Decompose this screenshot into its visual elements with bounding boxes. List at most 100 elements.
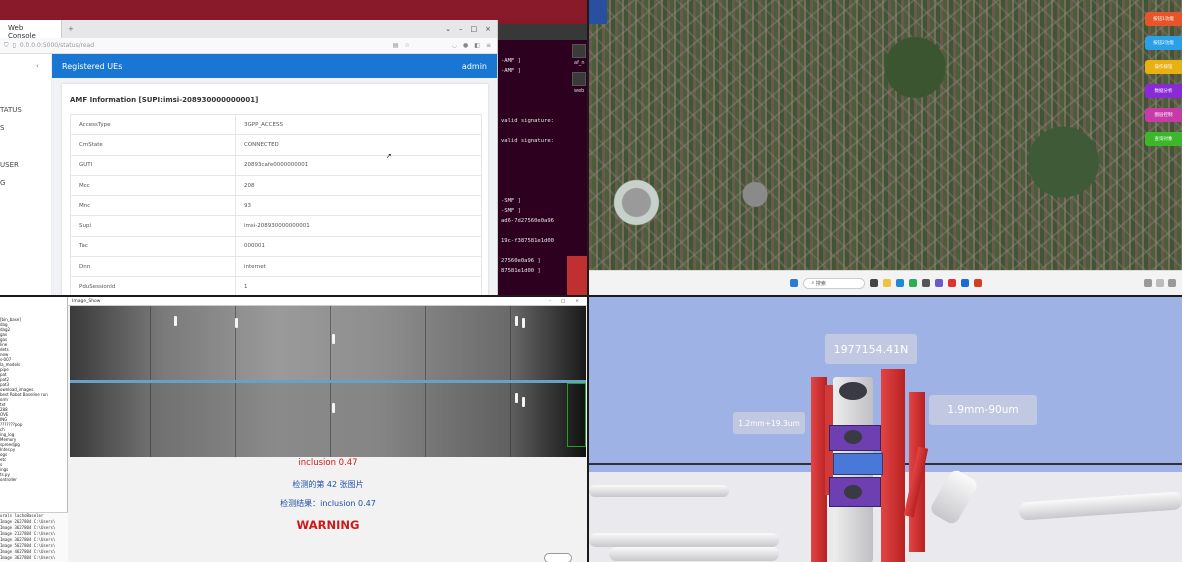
surface-seam: [150, 306, 151, 380]
app-icon[interactable]: [947, 279, 956, 287]
chevron-down-icon[interactable]: ⌄: [445, 25, 451, 33]
result-text: 检测结果：inclusion 0.47: [280, 499, 376, 508]
field-value: internet: [235, 256, 482, 278]
edge-icon[interactable]: [895, 279, 904, 287]
sidebar-item-g[interactable]: G: [0, 179, 5, 187]
table-row: CmState CONNECTED: [70, 134, 482, 156]
field-name: Mcc: [70, 174, 236, 197]
image-index-text: 检测的第 42 张图片: [292, 480, 364, 489]
surface-seam: [330, 306, 331, 380]
surface-seam: [330, 383, 331, 457]
satellite-map[interactable]: [589, 0, 1182, 270]
app-icon[interactable]: [921, 279, 930, 287]
file-icon[interactable]: [572, 72, 586, 86]
map-view: 按钮1功能按钮2功能操作按钮数据分析图层控制查询对象 ⌕ 搜索: [589, 0, 1182, 295]
app-header: Registered UEs admin: [52, 54, 497, 78]
sidebar-item-user[interactable]: USER: [0, 161, 19, 169]
file-tree-item[interactable]: ontroller: [0, 477, 50, 482]
system-tray: [1144, 279, 1176, 287]
app-icon[interactable]: [960, 279, 969, 287]
surface-defect-mark: [515, 316, 518, 326]
terminal-line: valid signature:: [501, 118, 554, 124]
bookmark-star-icon[interactable]: ☆: [404, 42, 409, 49]
folder-icon[interactable]: [572, 44, 586, 58]
bolt: [844, 430, 862, 444]
file-explorer-icon[interactable]: [882, 279, 891, 287]
amf-info-card: AMF Information [SUPI:imsi-2089300000000…: [62, 84, 488, 295]
app-icon[interactable]: [934, 279, 943, 287]
map-tool-button[interactable]: 查询对象: [1145, 132, 1182, 146]
surface-seam: [510, 306, 511, 380]
pipe: [609, 547, 779, 561]
start-icon[interactable]: [789, 279, 798, 287]
chrome-icon[interactable]: [908, 279, 917, 287]
field-name: AccessType: [70, 113, 236, 136]
toggle-switch[interactable]: [544, 553, 572, 562]
surface-defect-mark: [174, 316, 177, 326]
sidebar-item-status[interactable]: TATUS: [0, 106, 22, 114]
surface-defect-mark: [332, 403, 335, 413]
table-row: Mnc 93: [70, 195, 482, 217]
extensions-icon[interactable]: ◧: [474, 42, 480, 49]
page-icon: ▯: [12, 42, 16, 49]
browser-tab[interactable]: Web Console: [0, 20, 62, 40]
user-menu[interactable]: admin: [462, 62, 487, 71]
desktop-icon-label: af_n: [574, 60, 585, 66]
warning-text: WARNING: [296, 518, 360, 532]
surface-defect-mark: [235, 318, 238, 328]
field-value: 000001: [235, 235, 482, 258]
menu-icon[interactable]: ≡: [486, 42, 491, 49]
surface-seam: [425, 383, 426, 457]
task-view-icon[interactable]: [869, 279, 878, 287]
chevron-left-icon[interactable]: ‹: [36, 62, 39, 70]
page-title: Registered UEs: [62, 61, 123, 71]
maximize-icon[interactable]: □: [471, 25, 478, 33]
taskbar-search[interactable]: ⌕ 搜索: [802, 277, 865, 289]
surface-defect-mark: [515, 393, 518, 403]
map-tool-button[interactable]: 数据分析: [1145, 84, 1182, 98]
table-row: PduSessionId 1: [70, 276, 482, 295]
minimize-icon[interactable]: –: [549, 299, 551, 304]
tray-icon[interactable]: [1144, 279, 1152, 287]
map-side-tab[interactable]: [589, 0, 607, 24]
table-row: AccessType 3GPP_ACCESS: [70, 113, 482, 136]
new-tab-button[interactable]: +: [62, 25, 80, 33]
windows-taskbar: ⌕ 搜索: [589, 270, 1182, 295]
reader-icon[interactable]: ▤: [393, 42, 399, 49]
close-icon[interactable]: ×: [485, 25, 491, 33]
app-icon[interactable]: [973, 279, 982, 287]
mouse-cursor-icon: ➚: [386, 152, 392, 160]
ide-window: [bin_base] dag dag2 gas gas line dets new s-007 l…: [0, 297, 68, 562]
app-sidebar: ‹ TATUS S USER G: [0, 54, 52, 295]
account-icon[interactable]: ●: [463, 42, 468, 49]
window-title: Image_Show: [72, 298, 101, 304]
map-tool-button[interactable]: 按钮1功能: [1145, 12, 1182, 26]
map-tool-button[interactable]: 按钮2功能: [1145, 36, 1182, 50]
detection-result-panel: inclusion 0.47 检测的第 42 张图片 检测结果：inclusio…: [70, 457, 586, 562]
terminal-line: 19c-f387581e1d00: [501, 238, 554, 244]
map-tool-button[interactable]: 操作按钮: [1145, 60, 1182, 74]
pocket-icon[interactable]: ◡: [452, 42, 457, 49]
terminal-titlebar: [498, 24, 587, 40]
field-name: GUTI: [70, 154, 236, 176]
sidebar-item-s[interactable]: S: [0, 124, 4, 132]
url-input[interactable]: 0.0.0.0:5000/status/read: [20, 42, 94, 49]
3d-scene: 1977154.41N 1.2mm+19.3um 1.9mm-90um: [589, 297, 1182, 562]
terminal-line: 27560e0a96 ]: [501, 258, 541, 264]
console-line: Image 3627804 C:\Users\: [0, 555, 56, 560]
bolt: [844, 485, 862, 499]
steel-surface-image-bottom: [70, 383, 586, 457]
amf-info-table: AccessType 3GPP_ACCESS CmState CONNECTED GUT…: [70, 113, 482, 295]
table-row: GUTI 20893cafe0000000001: [70, 154, 482, 176]
right-displacement-label: 1.9mm-90um: [929, 395, 1037, 425]
map-tool-button[interactable]: 图层控制: [1145, 108, 1182, 122]
maximize-icon[interactable]: □: [561, 299, 565, 304]
card-title: AMF Information [SUPI:imsi-2089300000000…: [70, 96, 259, 104]
result-class: inclusion 0.47: [298, 458, 358, 468]
close-icon[interactable]: ×: [575, 299, 579, 304]
tray-icon[interactable]: [1168, 279, 1176, 287]
tray-icon[interactable]: [1156, 279, 1164, 287]
minimize-icon[interactable]: –: [459, 25, 463, 33]
field-value: 1: [235, 276, 482, 295]
field-value: imsi-208930000000001: [235, 215, 482, 237]
